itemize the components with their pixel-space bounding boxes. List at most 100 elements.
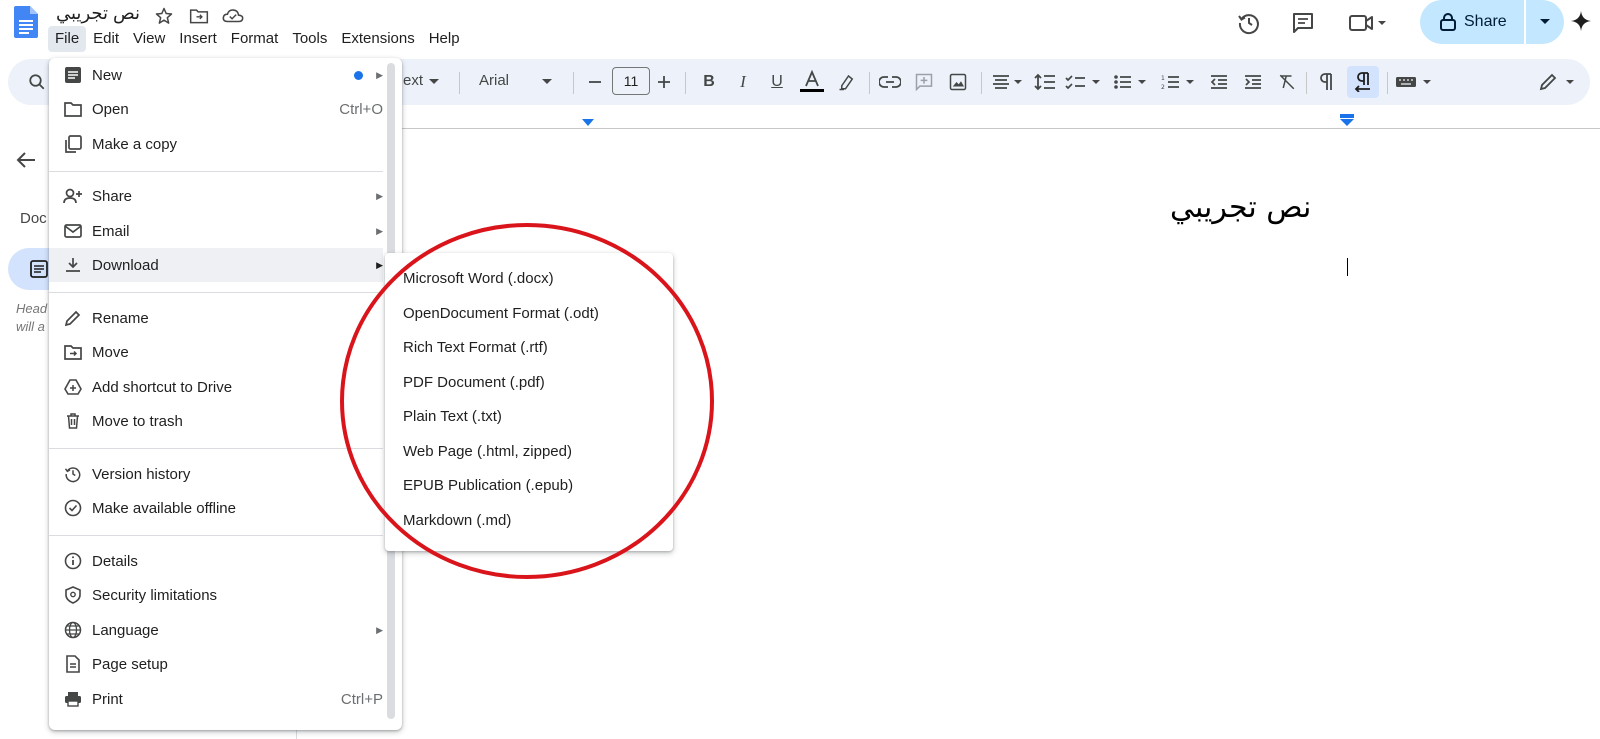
menu-item-offline[interactable]: Make available offline [49, 491, 383, 525]
rtl-text-icon[interactable] [1347, 66, 1379, 98]
move-folder-icon [62, 341, 84, 363]
gemini-icon[interactable] [1570, 10, 1592, 32]
menu-item-security[interactable]: Security limitations [49, 578, 383, 612]
share-dropdown-button[interactable] [1526, 0, 1564, 44]
menu-item-label: Move [92, 343, 129, 361]
comments-icon[interactable] [1283, 9, 1323, 37]
lock-icon [1440, 13, 1456, 31]
align-icon[interactable] [989, 59, 1027, 105]
ruler-right-indent-marker[interactable] [1340, 114, 1354, 127]
menu-item-page-setup[interactable]: Page setup [49, 647, 383, 681]
insert-link-icon[interactable] [875, 59, 905, 105]
font-family-select[interactable]: Arial [479, 72, 509, 89]
bold-icon[interactable]: B [695, 59, 723, 105]
menu-item-label: Make a copy [92, 135, 178, 153]
share-label: Share [1464, 13, 1507, 30]
menu-tools[interactable]: Tools [285, 26, 334, 52]
meet-icon[interactable] [1340, 9, 1396, 37]
increase-font-size-icon[interactable] [654, 59, 674, 105]
copy-icon [62, 133, 84, 155]
menu-item-label: Language [92, 621, 159, 639]
menu-view[interactable]: View [126, 26, 172, 52]
menu-item-label: Version history [92, 465, 191, 483]
menu-item-share[interactable]: Share ▶ [49, 179, 383, 213]
menu-divider [49, 448, 383, 449]
menu-help[interactable]: Help [422, 26, 467, 52]
caret-down-icon [1540, 19, 1550, 24]
new-indicator-dot [354, 71, 363, 80]
share-button[interactable]: Share [1420, 0, 1524, 44]
menu-format[interactable]: Format [224, 26, 286, 52]
menu-item-email[interactable]: Email ▶ [49, 214, 383, 248]
ltr-text-icon[interactable] [1312, 59, 1342, 105]
editing-mode-icon[interactable] [1536, 59, 1582, 105]
annotation-circle [337, 220, 717, 582]
globe-icon [62, 619, 84, 641]
docs-logo-icon[interactable] [14, 6, 38, 38]
menu-item-details[interactable]: Details [49, 544, 383, 578]
menubar: File Edit View Insert Format Tools Exten… [48, 26, 467, 52]
menu-item-download[interactable]: Download ▶ [49, 248, 383, 282]
insert-image-icon[interactable] [943, 59, 973, 105]
menu-item-rename[interactable]: Rename [49, 301, 383, 335]
document-title[interactable]: نص تجريبي [56, 3, 140, 24]
menu-insert[interactable]: Insert [172, 26, 224, 52]
menu-item-trash[interactable]: Move to trash [49, 404, 383, 438]
shortcut-hint: Ctrl+O [339, 100, 383, 118]
ruler-left-indent-marker[interactable] [582, 119, 594, 127]
font-size-input[interactable]: 11 [612, 67, 650, 95]
menu-item-language[interactable]: Language ▶ [49, 613, 383, 647]
increase-indent-icon[interactable] [1238, 59, 1268, 105]
folder-icon [62, 98, 84, 120]
menu-extensions[interactable]: Extensions [334, 26, 421, 52]
menu-item-label: Add shortcut to Drive [92, 378, 233, 396]
menu-edit[interactable]: Edit [86, 26, 126, 52]
add-comment-icon[interactable] [909, 59, 939, 105]
input-tools-icon[interactable] [1393, 59, 1437, 105]
document-heading[interactable]: نص تجريبي [1170, 190, 1311, 225]
submenu-arrow-icon: ▶ [376, 190, 383, 201]
star-icon[interactable] [153, 5, 175, 27]
outline-panel-label: Doc [20, 210, 47, 227]
text-color-icon[interactable] [797, 59, 827, 105]
search-menus-icon[interactable] [22, 59, 52, 105]
line-spacing-icon[interactable] [1030, 59, 1060, 105]
menu-item-label: Make available offline [92, 499, 236, 517]
menu-item-label: Email [92, 222, 130, 240]
pencil-icon [62, 307, 84, 329]
decrease-indent-icon[interactable] [1204, 59, 1234, 105]
ruler [394, 128, 1600, 129]
menu-item-version-history[interactable]: Version history [49, 457, 383, 491]
menu-item-label: Rename [92, 309, 149, 327]
menu-item-label: New [92, 66, 123, 84]
cloud-saved-icon[interactable] [222, 5, 244, 27]
submenu-arrow-icon: ▶ [376, 624, 383, 635]
menu-item-open[interactable]: Open Ctrl+O [49, 92, 383, 126]
numbered-list-icon[interactable]: 12 [1159, 59, 1201, 105]
menu-item-new[interactable]: New ▶ [49, 58, 383, 92]
menu-item-print[interactable]: Print Ctrl+P [49, 682, 383, 716]
menu-item-add-shortcut[interactable]: Add shortcut to Drive [49, 370, 383, 404]
bulleted-list-icon[interactable] [1111, 59, 1153, 105]
font-caret-icon[interactable] [539, 59, 555, 105]
back-arrow-icon[interactable] [16, 150, 36, 170]
clear-formatting-icon[interactable] [1272, 59, 1302, 105]
shield-icon [62, 584, 84, 606]
version-history-icon[interactable] [1229, 9, 1269, 37]
underline-icon[interactable]: U [763, 59, 791, 105]
paragraph-style-select[interactable]: ext [403, 72, 423, 89]
person-add-icon [62, 185, 84, 207]
mail-icon [62, 220, 84, 242]
decrease-font-size-icon[interactable] [585, 59, 605, 105]
checklist-icon[interactable] [1063, 59, 1105, 105]
menu-item-label: Page setup [92, 655, 168, 673]
style-caret-icon[interactable] [426, 59, 442, 105]
menu-item-move[interactable]: Move [49, 335, 383, 369]
menu-file[interactable]: File [48, 26, 87, 52]
menu-item-label: Download [92, 256, 159, 274]
trash-icon [62, 410, 84, 432]
move-folder-icon[interactable] [188, 5, 210, 27]
highlight-color-icon[interactable] [833, 59, 861, 105]
menu-item-make-copy[interactable]: Make a copy [49, 127, 383, 161]
italic-icon[interactable]: I [729, 59, 757, 105]
